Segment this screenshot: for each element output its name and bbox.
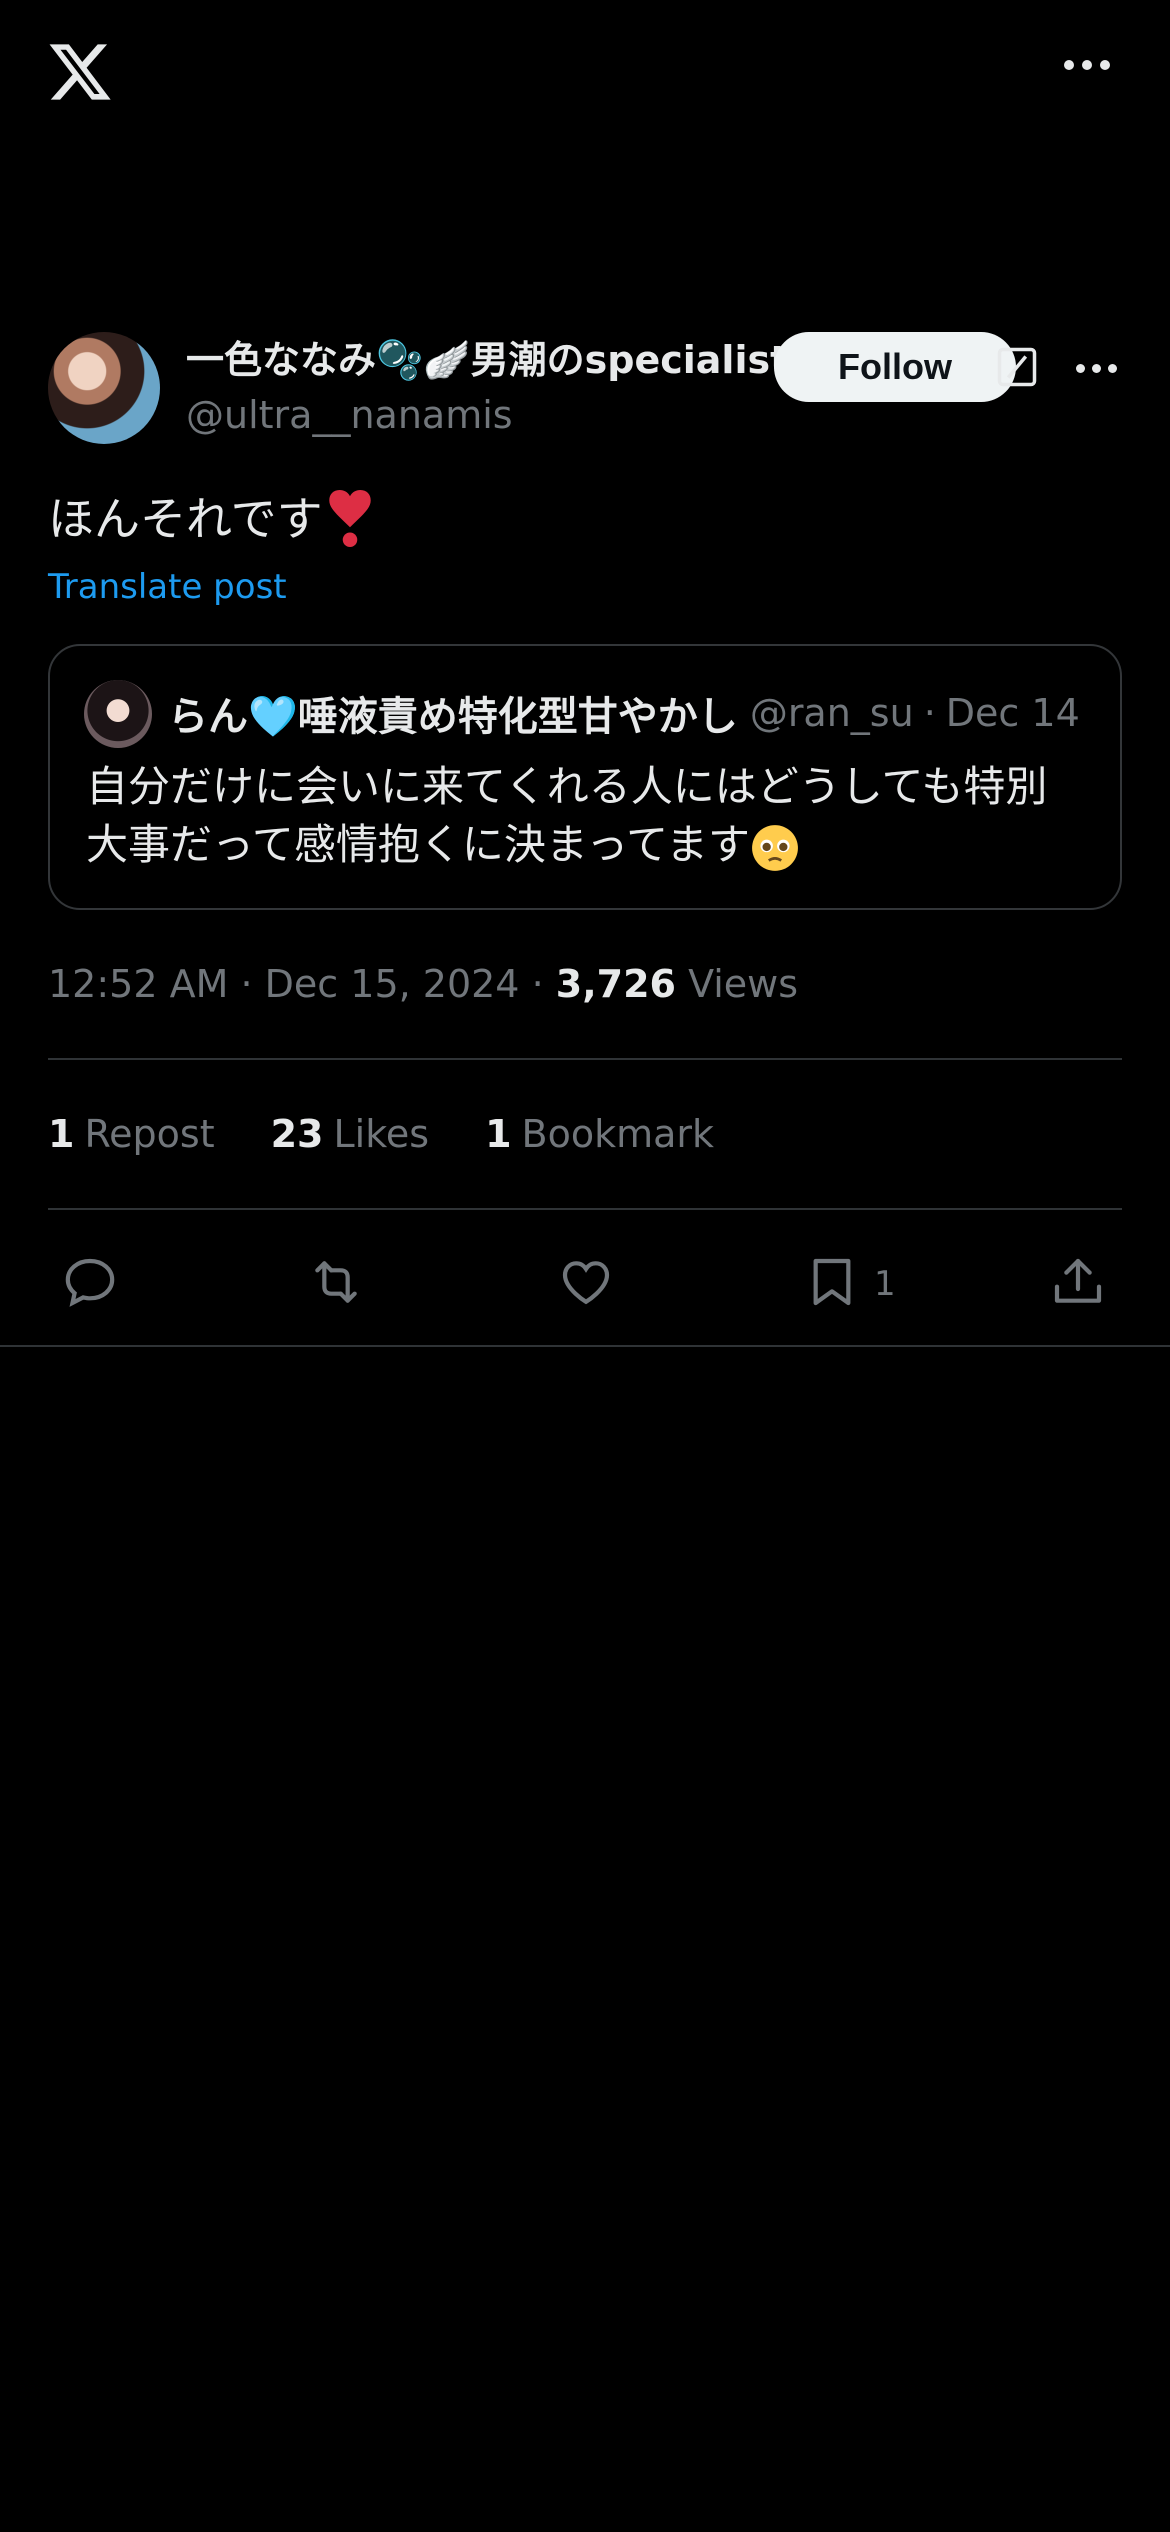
bookmarks-count: 1: [485, 1112, 512, 1156]
quote-date-separator: ·: [923, 691, 936, 735]
quote-display-name: らん🩵唾液責め特化型甘やかし: [168, 694, 738, 740]
more-options-icon[interactable]: [1064, 60, 1110, 70]
translate-post-link[interactable]: Translate post: [48, 562, 287, 612]
quote-text-line2-wrap: 大事だって感情抱くに決まってます: [86, 816, 1096, 874]
repost-icon[interactable]: [308, 1254, 364, 1310]
reply-icon[interactable]: [62, 1254, 118, 1310]
action-bar: 1: [0, 1236, 1170, 1320]
pleading-face-icon: [752, 824, 798, 871]
post-body: ほんそれです: [48, 484, 371, 554]
author-handle[interactable]: @ultra__nanamis: [186, 392, 806, 438]
likes-label: Likes: [333, 1112, 430, 1156]
post-date: Dec 15, 2024: [264, 962, 520, 1006]
heart-exclamation-icon: [328, 490, 371, 547]
top-bar: [0, 0, 1170, 150]
post-more-icon[interactable]: [1076, 364, 1117, 373]
x-logo-icon[interactable]: [46, 38, 114, 106]
quote-text: 自分だけに会いに来てくれる人にはどうしても特別 大事だって感情抱くに決まってます: [86, 758, 1096, 874]
author-display-name[interactable]: 一色ななみ🫧🪽男潮のspecialist: [186, 332, 800, 388]
bookmarks-stat[interactable]: 1 Bookmark: [485, 1104, 714, 1164]
meta-separator: ·: [531, 962, 544, 1006]
reposts-label: Repost: [84, 1112, 215, 1156]
meta-separator: ·: [240, 962, 253, 1006]
quote-text-line1: 自分だけに会いに来てくれる人にはどうしても特別: [86, 762, 1048, 811]
divider: [0, 1345, 1170, 1347]
post-text: ほんそれです: [48, 492, 323, 546]
author-avatar[interactable]: [48, 332, 160, 444]
follow-button[interactable]: Follow: [774, 332, 1016, 402]
likes-count: 23: [270, 1112, 324, 1156]
post-header: 一色ななみ🫧🪽男潮のspecialist @ultra__nanamis Fol…: [48, 332, 1122, 448]
bookmarks-label: Bookmark: [521, 1112, 715, 1156]
author-names: 一色ななみ🫧🪽男潮のspecialist @ultra__nanamis: [186, 332, 806, 438]
reposts-stat[interactable]: 1 Repost: [48, 1104, 215, 1164]
like-icon[interactable]: [558, 1254, 614, 1310]
views-count: 3,726: [555, 962, 676, 1006]
views-label: Views: [688, 962, 799, 1006]
grok-icon[interactable]: [996, 346, 1038, 388]
quote-handle: @ran_su: [749, 691, 914, 735]
quoted-post[interactable]: らん🩵唾液責め特化型甘やかし @ran_su · Dec 14 自分だけに会いに…: [48, 644, 1122, 910]
reposts-count: 1: [48, 1112, 75, 1156]
engagement-stats: 1 Repost 23 Likes 1 Bookmark: [48, 1104, 714, 1164]
quote-text-line2: 大事だって感情抱くに決まってます: [86, 820, 751, 869]
bookmark-count: 1: [874, 1264, 896, 1304]
likes-stat[interactable]: 23 Likes: [271, 1104, 429, 1164]
quote-author-avatar: [84, 680, 152, 748]
quote-date: Dec 14: [945, 691, 1080, 735]
divider: [48, 1058, 1122, 1060]
divider: [48, 1208, 1122, 1210]
post-meta: 12:52 AM · Dec 15, 2024 · 3,726 Views: [48, 954, 798, 1014]
share-icon[interactable]: [1050, 1254, 1106, 1310]
post-time: 12:52 AM: [48, 962, 229, 1006]
bookmark-icon[interactable]: [804, 1254, 860, 1310]
quote-header: らん🩵唾液責め特化型甘やかし @ran_su · Dec 14: [168, 682, 1098, 744]
